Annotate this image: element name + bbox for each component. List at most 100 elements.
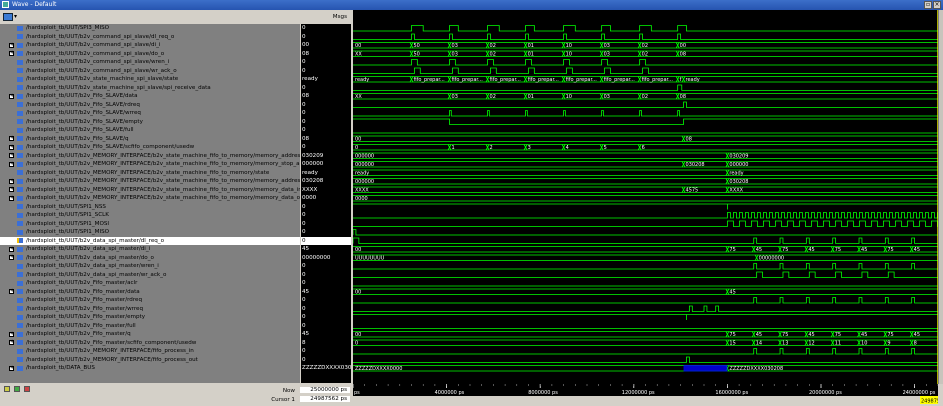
window-titlebar: Wave - Default ▫ × bbox=[0, 0, 943, 10]
signal-row[interactable]: /hardsploit_tb/UUT/b2v_state_machine_spi… bbox=[0, 84, 300, 93]
close-icon[interactable]: × bbox=[933, 1, 941, 9]
signal-name: /hardsploit_tb/UUT/b2v_Fifo_SLAVE/scfifo… bbox=[26, 144, 195, 150]
signal-row[interactable]: /hardsploit_tb/UUT/SPI1_NSS bbox=[0, 203, 300, 212]
signal-row[interactable]: /hardsploit_tb/UUT/b2v_state_machine_spi… bbox=[0, 75, 300, 84]
signal-row[interactable]: /hardsploit_tb/UUT/b2v_data_spi_master/w… bbox=[0, 271, 300, 280]
signal-row[interactable]: /hardsploit_tb/UUT/b2v_Fifo_master/aclr bbox=[0, 279, 300, 288]
wave-window-icon bbox=[2, 1, 9, 8]
signal-row[interactable]: + /hardsploit_tb/UUT/b2v_MEMORY_INTERFACE… bbox=[0, 194, 306, 203]
expand-icon[interactable]: + bbox=[9, 144, 14, 150]
expand-icon[interactable]: + bbox=[9, 136, 14, 141]
bus-value-label: 03 bbox=[452, 94, 458, 100]
bus-value-label: 08 bbox=[680, 94, 686, 100]
expand-icon[interactable]: + bbox=[9, 246, 14, 252]
signal-value: 0 bbox=[302, 322, 306, 329]
time-ruler[interactable]: ps 4000000 ps 8000000 ps 12000000 ps 1600000… bbox=[352, 384, 939, 396]
cursor-label: Cursor 1 bbox=[271, 397, 295, 403]
bus-value-label: 75 bbox=[887, 247, 893, 253]
signal-row[interactable]: + /hardsploit_tb/UUT/b2v_Fifo_master/scfi… bbox=[0, 339, 300, 348]
signal-row[interactable]: /hardsploit_tb/UUT/b2v_command_spi_slave… bbox=[0, 33, 300, 42]
signal-row[interactable]: + /hardsploit_tb/UUT/b2v_Fifo_SLAVE/scfif… bbox=[0, 143, 300, 152]
expand-icon[interactable]: + bbox=[9, 331, 14, 337]
signal-row[interactable]: + /hardsploit_tb/UUT/b2v_Fifo_master/q bbox=[0, 330, 300, 339]
cursor-add-icon[interactable] bbox=[13, 386, 20, 392]
signal-row[interactable]: /hardsploit_tb/UUT/b2v_Fifo_master/wrreq bbox=[0, 305, 300, 314]
expand-icon[interactable]: + bbox=[9, 365, 14, 371]
signal-row[interactable]: /hardsploit_tb/UUT/SPI1_SCLK bbox=[0, 211, 300, 220]
signal-row[interactable]: /hardsploit_tb/UUT/SPI3_MISO bbox=[0, 24, 300, 33]
bus-value-label: 45 bbox=[729, 290, 735, 296]
expand-icon[interactable]: + bbox=[9, 187, 14, 192]
signal-value-pane[interactable]: 0 0 00 08 0 0 ready 0 08 0 0 0 0 08 0 030209 000000 ready… bbox=[300, 24, 362, 383]
signal-value: ready bbox=[302, 169, 318, 176]
expand-icon[interactable]: + bbox=[9, 93, 14, 99]
undock-icon[interactable]: ▫ bbox=[924, 1, 932, 9]
expand-icon[interactable]: + bbox=[9, 153, 14, 158]
bus-value-label: 50 bbox=[414, 43, 420, 49]
signal-row[interactable]: /hardsploit_tb/UUT/b2v_command_spi_slave… bbox=[0, 58, 300, 67]
expand-icon[interactable]: + bbox=[9, 289, 14, 294]
expand-icon[interactable]: + bbox=[9, 340, 14, 345]
signal-value: 45 bbox=[302, 331, 310, 337]
signal-row[interactable]: + /hardsploit_tb/UUT/b2v_MEMORY_INTERFACE… bbox=[0, 160, 318, 169]
expand-icon[interactable]: + bbox=[9, 195, 14, 201]
signal-row[interactable]: /hardsploit_tb/UUT/SPI1_MISO bbox=[0, 228, 300, 237]
signal-row[interactable]: /hardsploit_tb/UUT/b2v_MEMORY_INTERFACE/… bbox=[0, 169, 300, 178]
now-value: 25000000 ps bbox=[300, 387, 350, 393]
waveform-canvas[interactable]: 00 50 03 02 01 10 03 02 00XX 50 03 02 01 10 03 02 08read… bbox=[352, 10, 939, 384]
signal-row[interactable]: /hardsploit_tb/UUT/b2v_Fifo_master/rdreq bbox=[0, 296, 300, 305]
signal-row[interactable]: + /hardsploit_tb/UUT/b2v_Fifo_master/data bbox=[0, 288, 300, 297]
expand-icon[interactable]: + bbox=[9, 42, 14, 48]
signal-row[interactable]: /hardsploit_tb/UUT/b2v_Fifo_master/empty bbox=[0, 313, 300, 322]
signal-name: /hardsploit_tb/UUT/b2v_command_spi_slave… bbox=[26, 33, 175, 40]
signal-row[interactable]: + /hardsploit_tb/UUT/b2v_data_spi_master/… bbox=[0, 254, 300, 263]
signal-row[interactable]: /hardsploit_tb/UUT/b2v_data_spi_master/d… bbox=[0, 236, 300, 245]
signal-name: /hardsploit_tb/UUT/b2v_command_spi_slave… bbox=[26, 50, 165, 57]
cursor-bar[interactable]: 249875 bbox=[353, 396, 940, 405]
waveform-pane[interactable]: 00 50 03 02 01 10 03 02 00 XX 50 03 02 01 10 03 02 08 read… bbox=[352, 10, 939, 384]
bus-value-label: 8 bbox=[914, 341, 917, 347]
signal-row[interactable]: + /hardsploit_tb/UUT/b2v_MEMORY_INTERFACE… bbox=[0, 152, 320, 161]
signal-row[interactable]: /hardsploit_tb/UUT/b2v_Fifo_SLAVE/empty bbox=[0, 118, 300, 127]
expand-icon[interactable]: + bbox=[9, 255, 14, 260]
signal-row[interactable]: /hardsploit_tb/UUT/b2v_data_spi_master/w… bbox=[0, 262, 300, 271]
signal-row[interactable]: /hardsploit_tb/UUT/b2v_MEMORY_INTERFACE/… bbox=[0, 347, 300, 356]
bus-value-label: 10 bbox=[566, 94, 572, 100]
signal-row[interactable]: /hardsploit_tb/UUT/b2v_Fifo_SLAVE/full bbox=[0, 126, 300, 135]
bit-waveform bbox=[353, 314, 938, 320]
bit-waveform bbox=[353, 110, 938, 117]
signal-value: 0 bbox=[302, 59, 306, 65]
zoom-icon[interactable] bbox=[4, 386, 10, 392]
signal-row[interactable]: /hardsploit_tb/UUT/SPI1_MOSI bbox=[0, 220, 300, 229]
bus-value-label: ready bbox=[355, 171, 369, 177]
signal-row[interactable]: /hardsploit_tb/UUT/b2v_MEMORY_INTERFACE/… bbox=[0, 356, 300, 365]
signal-row[interactable]: /hardsploit_tb/UUT/b2v_Fifo_master/full bbox=[0, 322, 300, 331]
signal-row[interactable]: + /hardsploit_tb/UUT/b2v_command_spi_slav… bbox=[0, 50, 300, 59]
cursor-delete-icon[interactable] bbox=[23, 386, 30, 392]
signal-row[interactable]: + /hardsploit_tb/UUT/b2v_MEMORY_INTERFACE… bbox=[0, 186, 302, 195]
vertical-scrollbar[interactable] bbox=[938, 10, 943, 404]
expand-icon[interactable]: + bbox=[9, 178, 14, 184]
bus-value-label: 45 bbox=[861, 332, 867, 338]
signal-row[interactable]: /hardsploit_tb/UUT/b2v_Fifo_SLAVE/wrreq bbox=[0, 109, 300, 118]
signal-name-pane[interactable]: /hardsploit_tb/UUT/SPI3_MISO/hardsploit_… bbox=[0, 24, 320, 383]
signal-row[interactable]: + /hardsploit_tb/UUT/b2v_data_spi_master/… bbox=[0, 245, 300, 254]
signal-row[interactable]: + /hardsploit_tb/UUT/b2v_Fifo_SLAVE/q bbox=[0, 135, 300, 144]
signal-icon bbox=[17, 170, 23, 175]
signal-row[interactable]: + /hardsploit_tb/UUT/b2v_command_spi_slav… bbox=[0, 41, 300, 50]
expand-icon[interactable]: + bbox=[9, 51, 14, 56]
signal-row[interactable]: + /hardsploit_tb/UUT/b2v_Fifo_SLAVE/data bbox=[0, 92, 300, 101]
bus-value-label: 9 bbox=[887, 341, 890, 347]
signal-row[interactable]: /hardsploit_tb/UUT/b2v_command_spi_slave… bbox=[0, 67, 300, 76]
time-ruler-canvas: ps 4000000 ps 8000000 ps 12000000 ps 1600000… bbox=[352, 384, 939, 396]
signal-icon bbox=[17, 161, 23, 167]
signal-row[interactable]: + /hardsploit_tb/DATA_BUS bbox=[0, 364, 300, 373]
signal-value: 0 bbox=[302, 144, 306, 150]
signal-name: /hardsploit_tb/UUT/b2v_Fifo_SLAVE/full bbox=[26, 127, 134, 133]
signal-list-icon[interactable] bbox=[3, 13, 13, 21]
expand-icon[interactable]: + bbox=[9, 161, 14, 167]
chevron-down-icon[interactable]: ▾ bbox=[14, 13, 17, 20]
signal-row[interactable]: + /hardsploit_tb/UUT/b2v_MEMORY_INTERFACE… bbox=[0, 177, 303, 186]
signal-row[interactable]: /hardsploit_tb/UUT/b2v_Fifo_SLAVE/rdreq bbox=[0, 101, 300, 110]
bus-value-label: 45 bbox=[914, 247, 920, 253]
